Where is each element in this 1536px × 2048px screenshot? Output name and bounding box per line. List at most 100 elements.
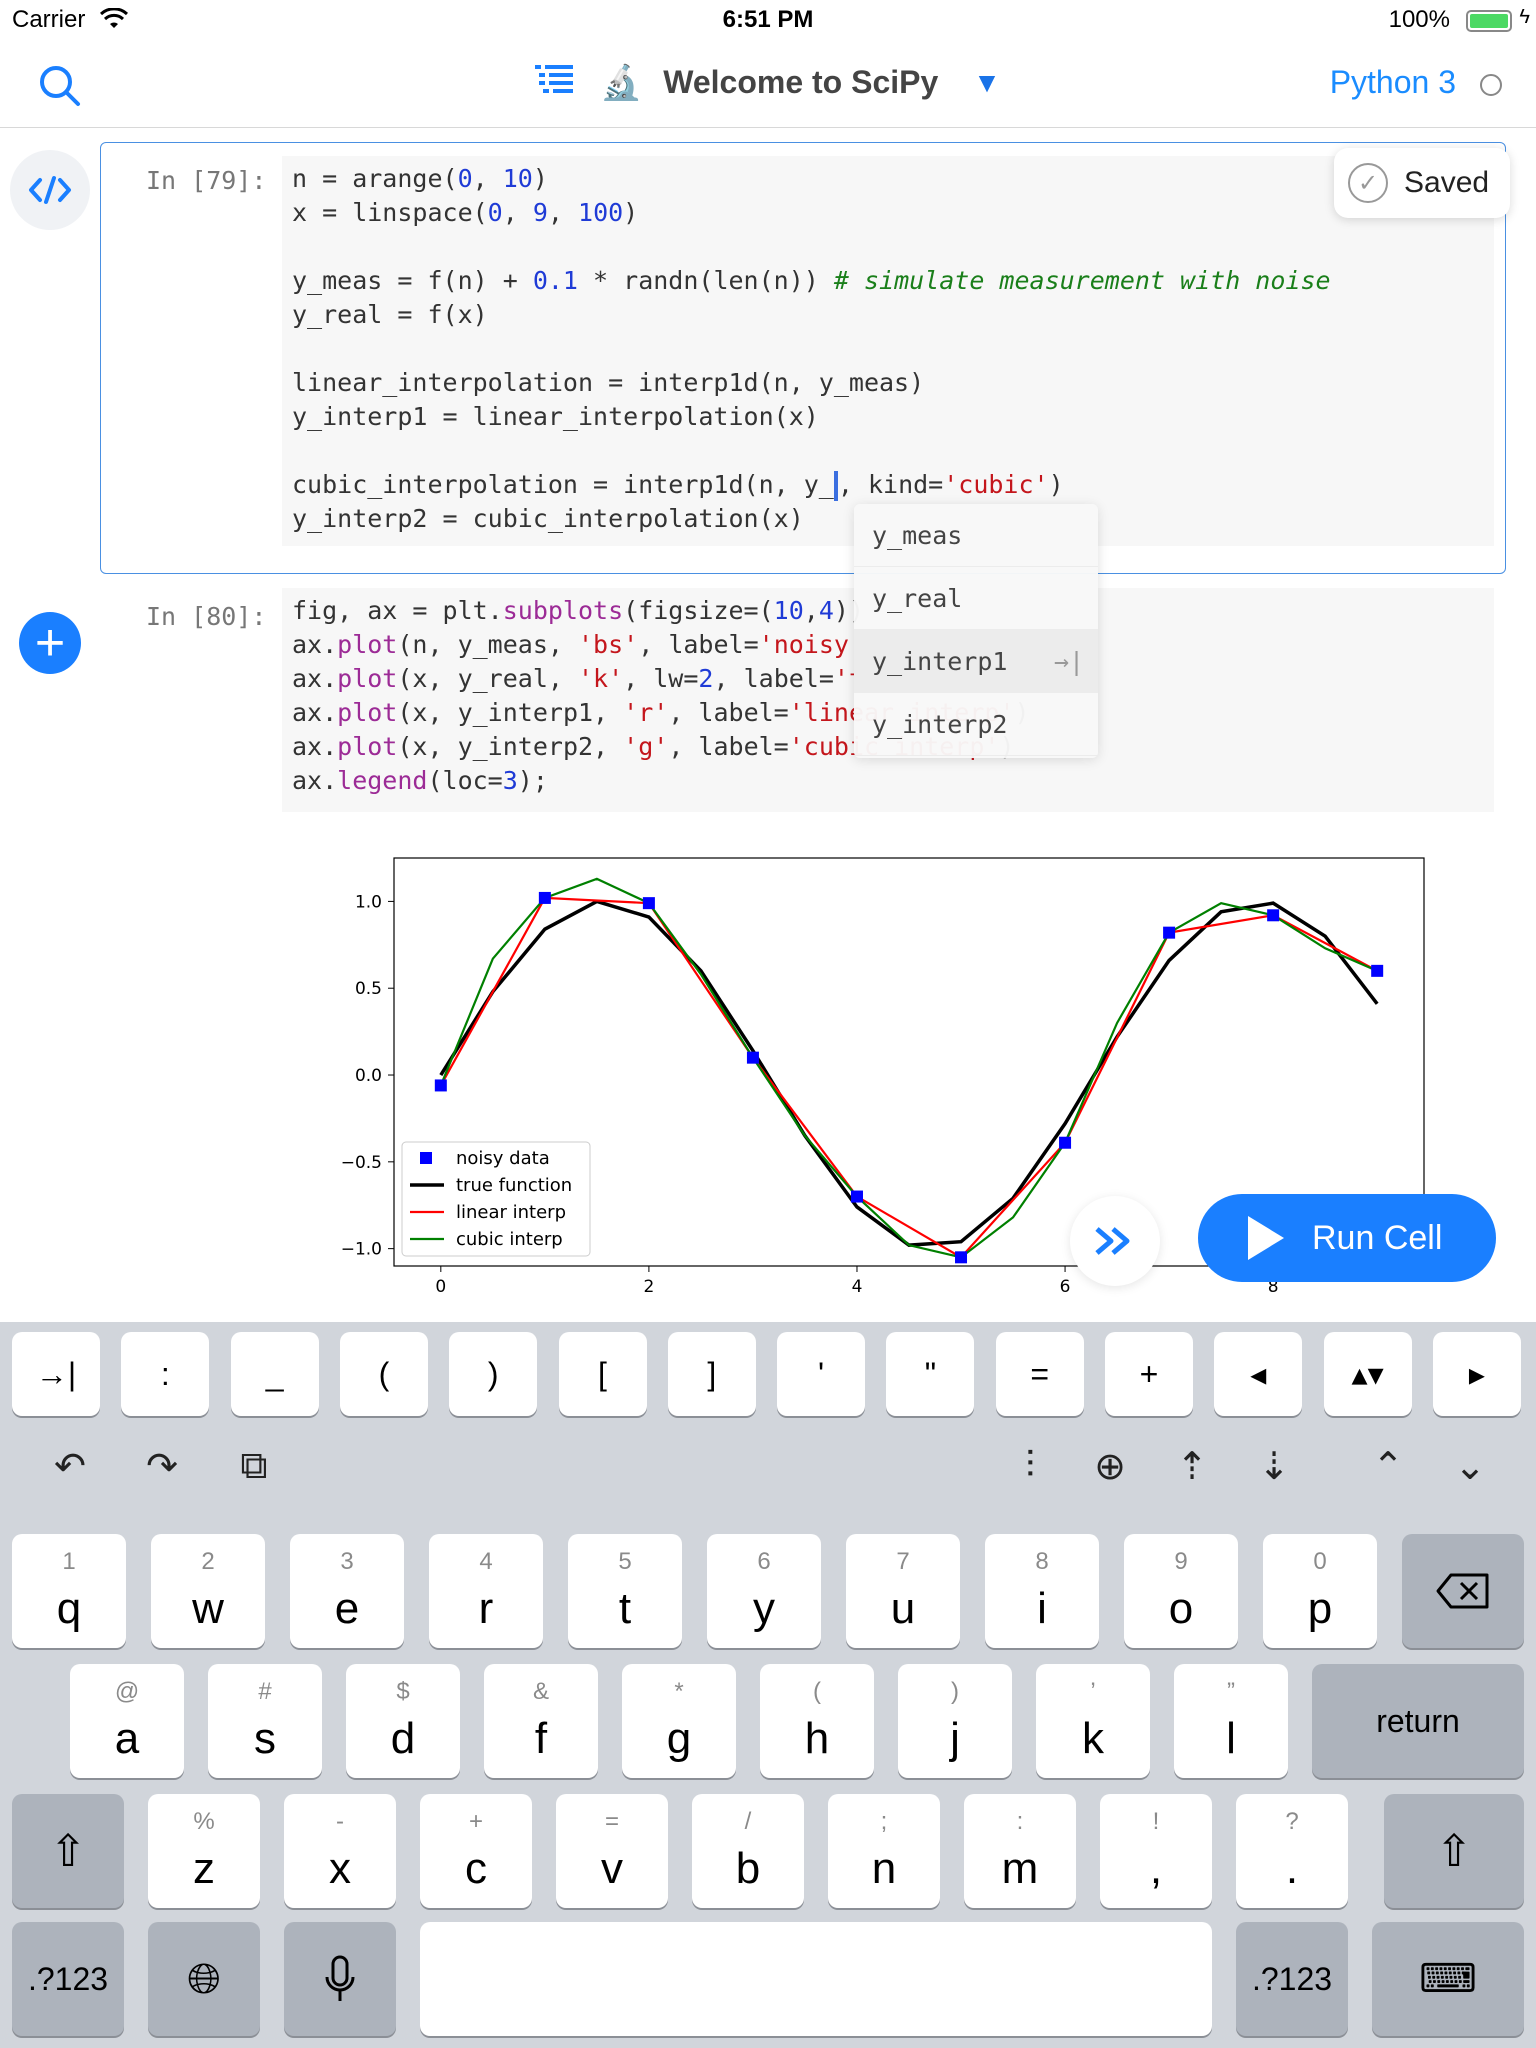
shift-key-left[interactable]: ⇧ — [12, 1794, 124, 1908]
clock: 6:51 PM — [722, 6, 814, 33]
symbol-key[interactable]: _ — [230, 1332, 319, 1416]
code-line: ax.legend(loc=3); — [292, 766, 548, 795]
code-editor[interactable]: n = arange(0, 10) x = linspace(0, 9, 100… — [282, 156, 1494, 546]
move-cell-up-icon[interactable]: ⇡ — [1168, 1442, 1216, 1490]
letter-key[interactable]: & f — [484, 1664, 598, 1778]
symbol-key[interactable]: ( — [339, 1332, 428, 1416]
code-line: y_real = f(x) — [292, 300, 488, 329]
letter-key[interactable]: % z — [148, 1794, 260, 1908]
letter-key[interactable]: 3e — [290, 1534, 404, 1648]
letter-key[interactable]: ) j — [898, 1664, 1012, 1778]
play-icon — [1248, 1216, 1284, 1260]
letter-key[interactable]: !, — [1100, 1794, 1212, 1908]
hide-keyboard-key[interactable]: ⌨ — [1372, 1922, 1524, 2036]
letter-key[interactable]: 5t — [568, 1534, 682, 1648]
letter-key[interactable]: (h — [760, 1664, 874, 1778]
y-tick-label: 0.5 — [355, 979, 382, 999]
legend-label: cubic interp — [456, 1229, 563, 1250]
redo-icon[interactable]: ↷ — [138, 1442, 186, 1490]
toc-icon[interactable] — [535, 63, 575, 103]
letter-key[interactable]: + c — [420, 1794, 532, 1908]
add-cell-icon[interactable]: ⊕ — [1086, 1442, 1134, 1490]
numbers-key[interactable]: .?123 — [12, 1922, 124, 2036]
letter-key[interactable]: 2w — [151, 1534, 265, 1648]
run-cell-label: Run Cell — [1312, 1218, 1443, 1257]
dropdown-triangle-icon[interactable]: ▼ — [973, 67, 1001, 99]
globe-key[interactable]: 🌐︎ — [148, 1922, 260, 2036]
x-tick-label: 4 — [852, 1277, 863, 1297]
symbol-key[interactable]: + — [1105, 1332, 1193, 1416]
kernel-name[interactable]: Python 3 — [1330, 64, 1456, 101]
paste-icon[interactable]: ⧉ — [230, 1442, 278, 1490]
kernel-status-icon — [1480, 74, 1502, 96]
symbol-key[interactable]: ) — [449, 1332, 538, 1416]
letter-key[interactable]: 1q — [12, 1534, 126, 1648]
on-screen-keyboard: →|: _()[] ' " = + ◂ ▴▾ ▸ ↶ ↷ ⧉ ⫶ ⊕ ⇡ ⇣ ⌃ ⌄ 1 q 2 w 3 e 4 r 5 t 6 y 7 u 8… — [0, 1322, 1536, 2048]
notebook-title[interactable]: Welcome to SciPy — [663, 64, 938, 101]
letter-key[interactable]: 0p — [1263, 1534, 1377, 1648]
shift-key-right[interactable]: ⇧ — [1384, 1794, 1524, 1908]
letter-key[interactable]: 6y — [707, 1534, 821, 1648]
y-tick-label: 1.0 — [355, 892, 382, 912]
autocomplete-item[interactable]: y_interp2 — [854, 693, 1098, 756]
keyboard-dismiss-icon: ⌨ — [1419, 1957, 1477, 2001]
data-point — [1371, 964, 1384, 977]
microphone-icon — [325, 1955, 355, 2001]
autocomplete-item[interactable]: y_meas — [854, 504, 1098, 567]
numbers-key[interactable]: .?123 — [1236, 1922, 1348, 2036]
x-tick-label: 2 — [643, 1277, 654, 1297]
letter-key[interactable]: 7u — [846, 1534, 960, 1648]
letter-key[interactable]: ?. — [1236, 1794, 1348, 1908]
autocomplete-item[interactable]: y_real — [854, 567, 1098, 630]
code-line: y_meas = f(n) + 0.1 * randn(len(n)) # si… — [292, 266, 1331, 295]
code-cell-type-icon[interactable] — [10, 150, 90, 230]
letter-key[interactable]: 4r — [429, 1534, 543, 1648]
split-cell-icon[interactable]: ⫶ — [1006, 1442, 1054, 1490]
letter-key[interactable]: @ a — [70, 1664, 184, 1778]
letter-key[interactable]: = v — [556, 1794, 668, 1908]
symbol-key[interactable]: ▸ — [1432, 1332, 1521, 1416]
select-above-icon[interactable]: ⌃ — [1364, 1442, 1412, 1490]
symbol-key[interactable]: ] — [667, 1332, 756, 1416]
return-key[interactable]: return — [1312, 1664, 1524, 1778]
symbol-key[interactable]: : — [121, 1332, 210, 1416]
add-cell-button[interactable]: + — [19, 612, 81, 674]
run-cell-button[interactable]: Run Cell — [1198, 1194, 1496, 1282]
select-below-icon[interactable]: ⌄ — [1446, 1442, 1494, 1490]
letter-key[interactable]: 8i — [985, 1534, 1099, 1648]
symbol-key[interactable]: ◂ — [1214, 1332, 1303, 1416]
dictation-key[interactable] — [284, 1922, 396, 2036]
backspace-icon — [1436, 1573, 1489, 1609]
letter-key[interactable]: -x — [284, 1794, 396, 1908]
symbol-key[interactable]: ' — [777, 1332, 866, 1416]
move-cell-down-icon[interactable]: ⇣ — [1250, 1442, 1298, 1490]
undo-icon[interactable]: ↶ — [46, 1442, 94, 1490]
symbol-key[interactable]: = — [995, 1332, 1084, 1416]
microscope-icon: 🔬 — [599, 63, 643, 102]
letter-key[interactable]: # s — [208, 1664, 322, 1778]
x-tick-label: 6 — [1060, 1277, 1071, 1297]
data-point — [1059, 1136, 1072, 1149]
notebook-title-area[interactable]: 🔬 Welcome to SciPy ▼ — [0, 62, 1536, 103]
letter-key[interactable]: * g — [622, 1664, 736, 1778]
letter-key[interactable]: :m — [964, 1794, 1076, 1908]
letter-key[interactable]: $ d — [346, 1664, 460, 1778]
letter-key[interactable]: ” l — [1174, 1664, 1288, 1778]
saved-badge: ✓ Saved — [1334, 148, 1510, 218]
letter-key[interactable]: ’ k — [1036, 1664, 1150, 1778]
symbol-key[interactable]: [ — [558, 1332, 647, 1416]
symbol-key[interactable]: " — [886, 1332, 975, 1416]
cell-prompt: In [80]: — [146, 602, 267, 631]
autocomplete-item-selected[interactable]: y_interp1 →| — [854, 630, 1098, 693]
backspace-key[interactable] — [1402, 1534, 1524, 1648]
symbol-key[interactable]: →| — [12, 1332, 100, 1416]
battery-icon — [1466, 10, 1512, 32]
letter-key[interactable]: ; n — [828, 1794, 940, 1908]
letter-key[interactable]: 9o — [1124, 1534, 1238, 1648]
fast-forward-icon[interactable] — [1070, 1196, 1160, 1286]
symbol-key[interactable]: ▴▾ — [1323, 1332, 1412, 1416]
legend-label: noisy data — [456, 1148, 550, 1169]
letter-key[interactable]: / b — [692, 1794, 804, 1908]
space-key[interactable] — [420, 1922, 1212, 2036]
shift-icon: ⇧ — [1435, 1826, 1473, 1876]
